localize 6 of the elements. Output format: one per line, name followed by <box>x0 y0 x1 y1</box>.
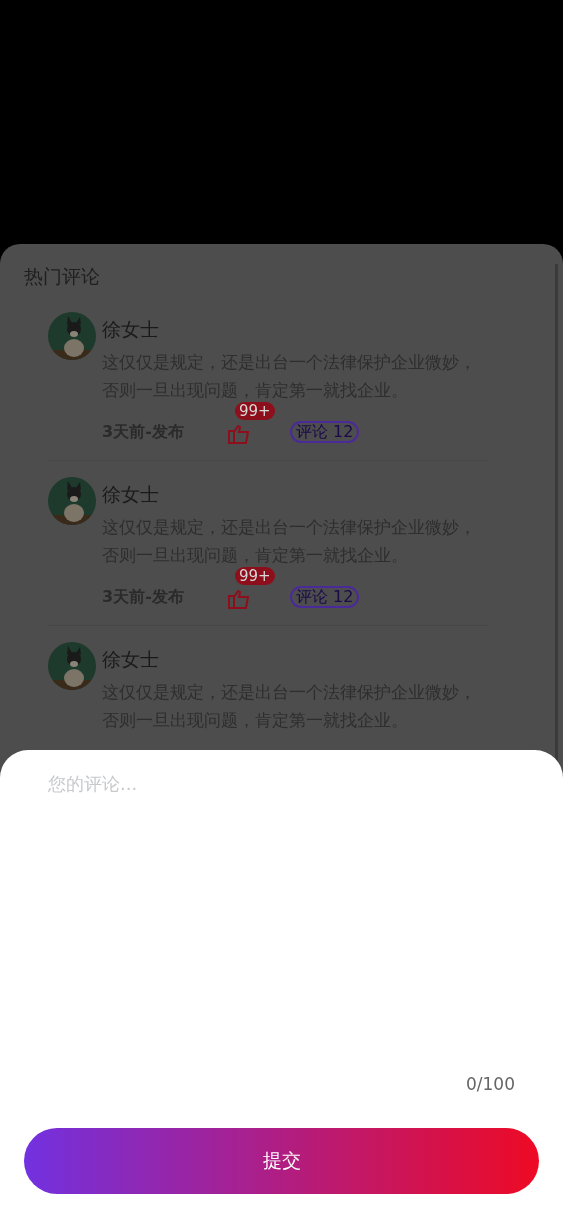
char-counter: 0/100 <box>466 1074 515 1094</box>
like-count: 99+ <box>235 402 275 420</box>
submit-button[interactable]: 提交 <box>24 1128 539 1194</box>
thumbs-up-icon[interactable] <box>228 424 252 444</box>
like-count: 99+ <box>235 567 275 585</box>
thumbs-up-icon[interactable] <box>228 589 252 609</box>
